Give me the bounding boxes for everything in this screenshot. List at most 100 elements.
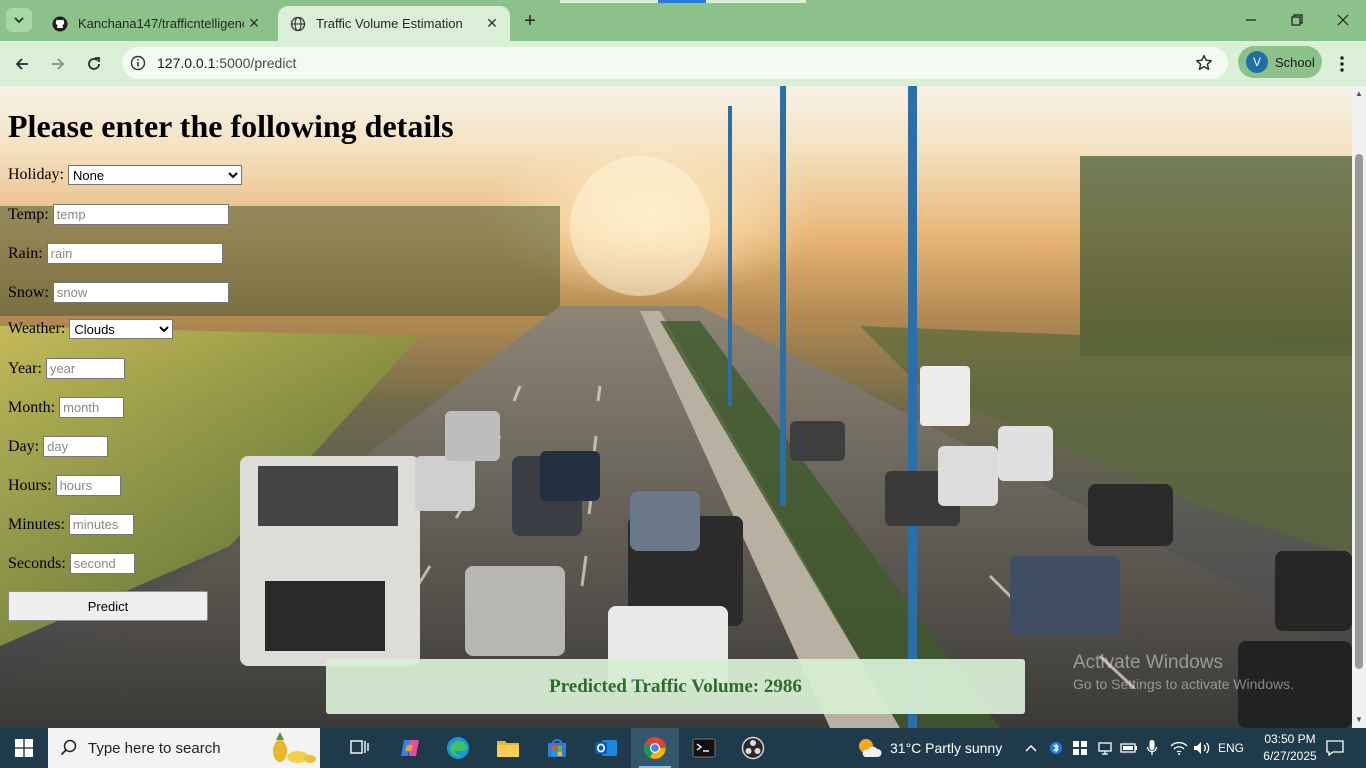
volume-tray[interactable]: [1193, 728, 1211, 768]
minutes-input[interactable]: [68, 514, 134, 535]
hours-row: Hours:: [8, 475, 121, 496]
tab-github[interactable]: Kanchana147/trafficntelligence ✕: [40, 6, 272, 41]
copilot-button[interactable]: [386, 728, 434, 768]
obs-button[interactable]: [729, 728, 777, 768]
profile-name: School: [1275, 54, 1315, 70]
task-view-icon: [350, 740, 369, 754]
language-indicator[interactable]: ENG: [1218, 728, 1244, 768]
search-icon: [60, 739, 77, 756]
chrome-button[interactable]: [631, 728, 679, 768]
notifications-button[interactable]: [1320, 728, 1350, 768]
close-icon: [1337, 14, 1349, 26]
more-vertical-icon: [1340, 56, 1344, 72]
scroll-down-icon[interactable]: ▼: [1355, 716, 1363, 724]
minutes-row: Minutes:: [8, 514, 134, 535]
snow-input[interactable]: [52, 282, 229, 303]
browser-menu-button[interactable]: [1332, 53, 1352, 75]
network-tray[interactable]: [1170, 728, 1188, 768]
temp-input[interactable]: [52, 204, 229, 225]
snow-label: Snow:: [8, 283, 49, 301]
terminal-button[interactable]: [680, 728, 728, 768]
restore-icon: [1291, 14, 1303, 26]
page-scrollbar[interactable]: ▲ ▼: [1352, 86, 1366, 728]
page-title: Please enter the following details: [8, 108, 454, 144]
site-info-icon[interactable]: [130, 55, 146, 71]
month-input[interactable]: [59, 397, 125, 418]
restore-button[interactable]: [1274, 8, 1320, 32]
day-input[interactable]: [43, 436, 109, 457]
start-button[interactable]: [0, 728, 48, 768]
seconds-input[interactable]: [69, 553, 135, 574]
url-text: 127.0.0.1:5000/predict: [157, 55, 297, 71]
tab-title: Traffic Volume Estimation: [316, 16, 463, 31]
snow-row: Snow:: [8, 282, 229, 303]
tab-search-button[interactable]: [6, 8, 32, 32]
activate-windows-watermark: Activate Windows Go to Settings to activ…: [1073, 652, 1294, 692]
weather-select[interactable]: Clouds: [69, 319, 174, 339]
scroll-up-icon[interactable]: ▲: [1355, 90, 1363, 98]
forward-button[interactable]: [45, 51, 71, 77]
weather-widget[interactable]: 31°C Partly sunny: [856, 728, 1002, 768]
temp-row: Temp:: [8, 204, 229, 225]
close-window-button[interactable]: [1320, 8, 1366, 32]
seconds-row: Seconds:: [8, 553, 135, 574]
address-bar[interactable]: 127.0.0.1:5000/predict: [122, 47, 1228, 79]
prediction-result: Predicted Traffic Volume: 2986: [326, 659, 1025, 714]
edge-button[interactable]: [434, 728, 482, 768]
bookmark-star-icon[interactable]: [1194, 53, 1214, 73]
holiday-row: Holiday: None: [8, 165, 242, 185]
wifi-icon: [1170, 741, 1188, 755]
edge-icon: [447, 737, 469, 759]
file-explorer-button[interactable]: [484, 728, 532, 768]
profile-button[interactable]: V School: [1238, 46, 1322, 78]
month-row: Month:: [8, 397, 125, 418]
notification-icon: [1326, 740, 1344, 756]
back-button[interactable]: [9, 51, 35, 77]
outlook-button[interactable]: [582, 728, 630, 768]
chevron-down-icon: [14, 17, 24, 24]
github-icon: [52, 16, 68, 32]
holiday-select[interactable]: None: [68, 165, 242, 185]
chrome-icon: [643, 737, 666, 759]
scrollbar-thumb[interactable]: [1355, 154, 1363, 669]
display-tray[interactable]: [1097, 728, 1113, 768]
minimize-button[interactable]: [1228, 8, 1274, 32]
shield-icon: [1073, 741, 1087, 755]
weather-row: Weather: Clouds: [8, 319, 174, 339]
tab-traffic-volume[interactable]: Traffic Volume Estimation ✕: [278, 6, 510, 41]
seconds-label: Seconds:: [8, 554, 66, 572]
day-row: Day:: [8, 436, 109, 457]
tab-close-icon[interactable]: ✕: [482, 14, 502, 34]
tab-close-icon[interactable]: ✕: [244, 14, 264, 34]
system-clock[interactable]: 03:50 PM 6/27/2025: [1262, 731, 1318, 765]
back-arrow-icon: [15, 58, 28, 70]
bluetooth-tray[interactable]: [1050, 728, 1062, 768]
reload-icon: [88, 57, 100, 70]
battery-tray[interactable]: [1120, 728, 1138, 768]
windows-taskbar: Type here to search 31°C Partly sunny EN…: [0, 728, 1366, 768]
reload-button[interactable]: [81, 51, 107, 77]
task-view-button[interactable]: [336, 728, 384, 768]
new-tab-button[interactable]: +: [518, 9, 542, 33]
hours-input[interactable]: [55, 475, 121, 496]
windows-logo-icon: [15, 739, 33, 757]
show-hidden-icons-button[interactable]: [1024, 728, 1038, 768]
copilot-icon: [401, 740, 419, 756]
rain-row: Rain:: [8, 243, 223, 264]
temp-label: Temp:: [8, 205, 49, 223]
tab-group-strip: [560, 0, 806, 3]
minimize-icon: [1246, 19, 1256, 21]
security-tray[interactable]: [1072, 728, 1088, 768]
microphone-icon: [1146, 740, 1158, 755]
year-input[interactable]: [45, 358, 125, 379]
minutes-label: Minutes:: [8, 515, 65, 533]
predict-button[interactable]: Predict: [8, 591, 208, 621]
terminal-icon: [692, 738, 716, 758]
microsoft-store-button[interactable]: [533, 728, 581, 768]
bluetooth-icon: [1050, 742, 1062, 754]
display-icon: [1098, 742, 1112, 755]
rain-input[interactable]: [46, 243, 223, 264]
taskbar-search-box[interactable]: Type here to search: [48, 728, 320, 768]
microphone-tray[interactable]: [1146, 728, 1158, 768]
outlook-icon: [595, 740, 617, 756]
